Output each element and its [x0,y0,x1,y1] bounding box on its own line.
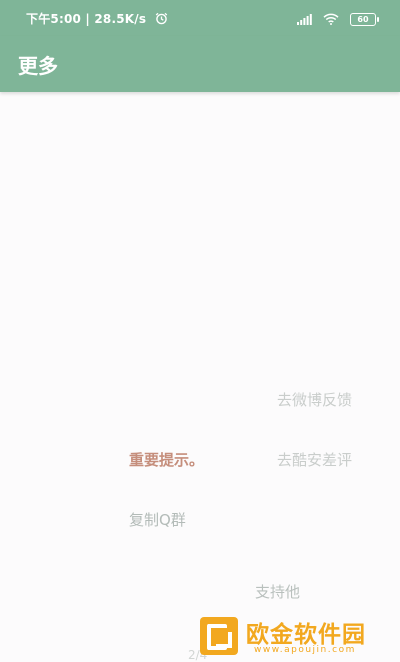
page-title: 更多 [18,54,58,78]
status-time-speed: 下午5:00 | 28.5K/s [26,12,147,26]
status-bar: 下午5:00 | 28.5K/s 60 [0,0,400,36]
watermark: 欧金软件园 www.apoujin.com [200,613,396,659]
wifi-icon [323,10,339,29]
battery-icon: 60 [350,13,379,26]
support-developer-link[interactable]: 支持他 [255,581,300,602]
signal-icon [296,10,312,29]
watermark-logo-icon [200,617,238,655]
alarm-icon [155,12,168,28]
more-menu: 去微博反馈 重要提示。 去酷安差评 复制Q群 支持他 2/4 [0,92,400,662]
status-left: 下午5:00 | 28.5K/s [26,10,168,28]
weibo-feedback-link[interactable]: 去微博反馈 [277,389,352,410]
important-notice-link[interactable]: 重要提示。 [129,449,204,470]
app-bar: 更多 [0,36,400,92]
watermark-brand: 欧金软件园 [246,622,366,648]
coolapk-review-link[interactable]: 去酷安差评 [277,449,352,470]
status-right: 60 [291,9,379,29]
copy-qq-group-link[interactable]: 复制Q群 [129,509,186,530]
battery-level: 60 [357,15,369,24]
watermark-url: www.apoujin.com [254,645,356,655]
